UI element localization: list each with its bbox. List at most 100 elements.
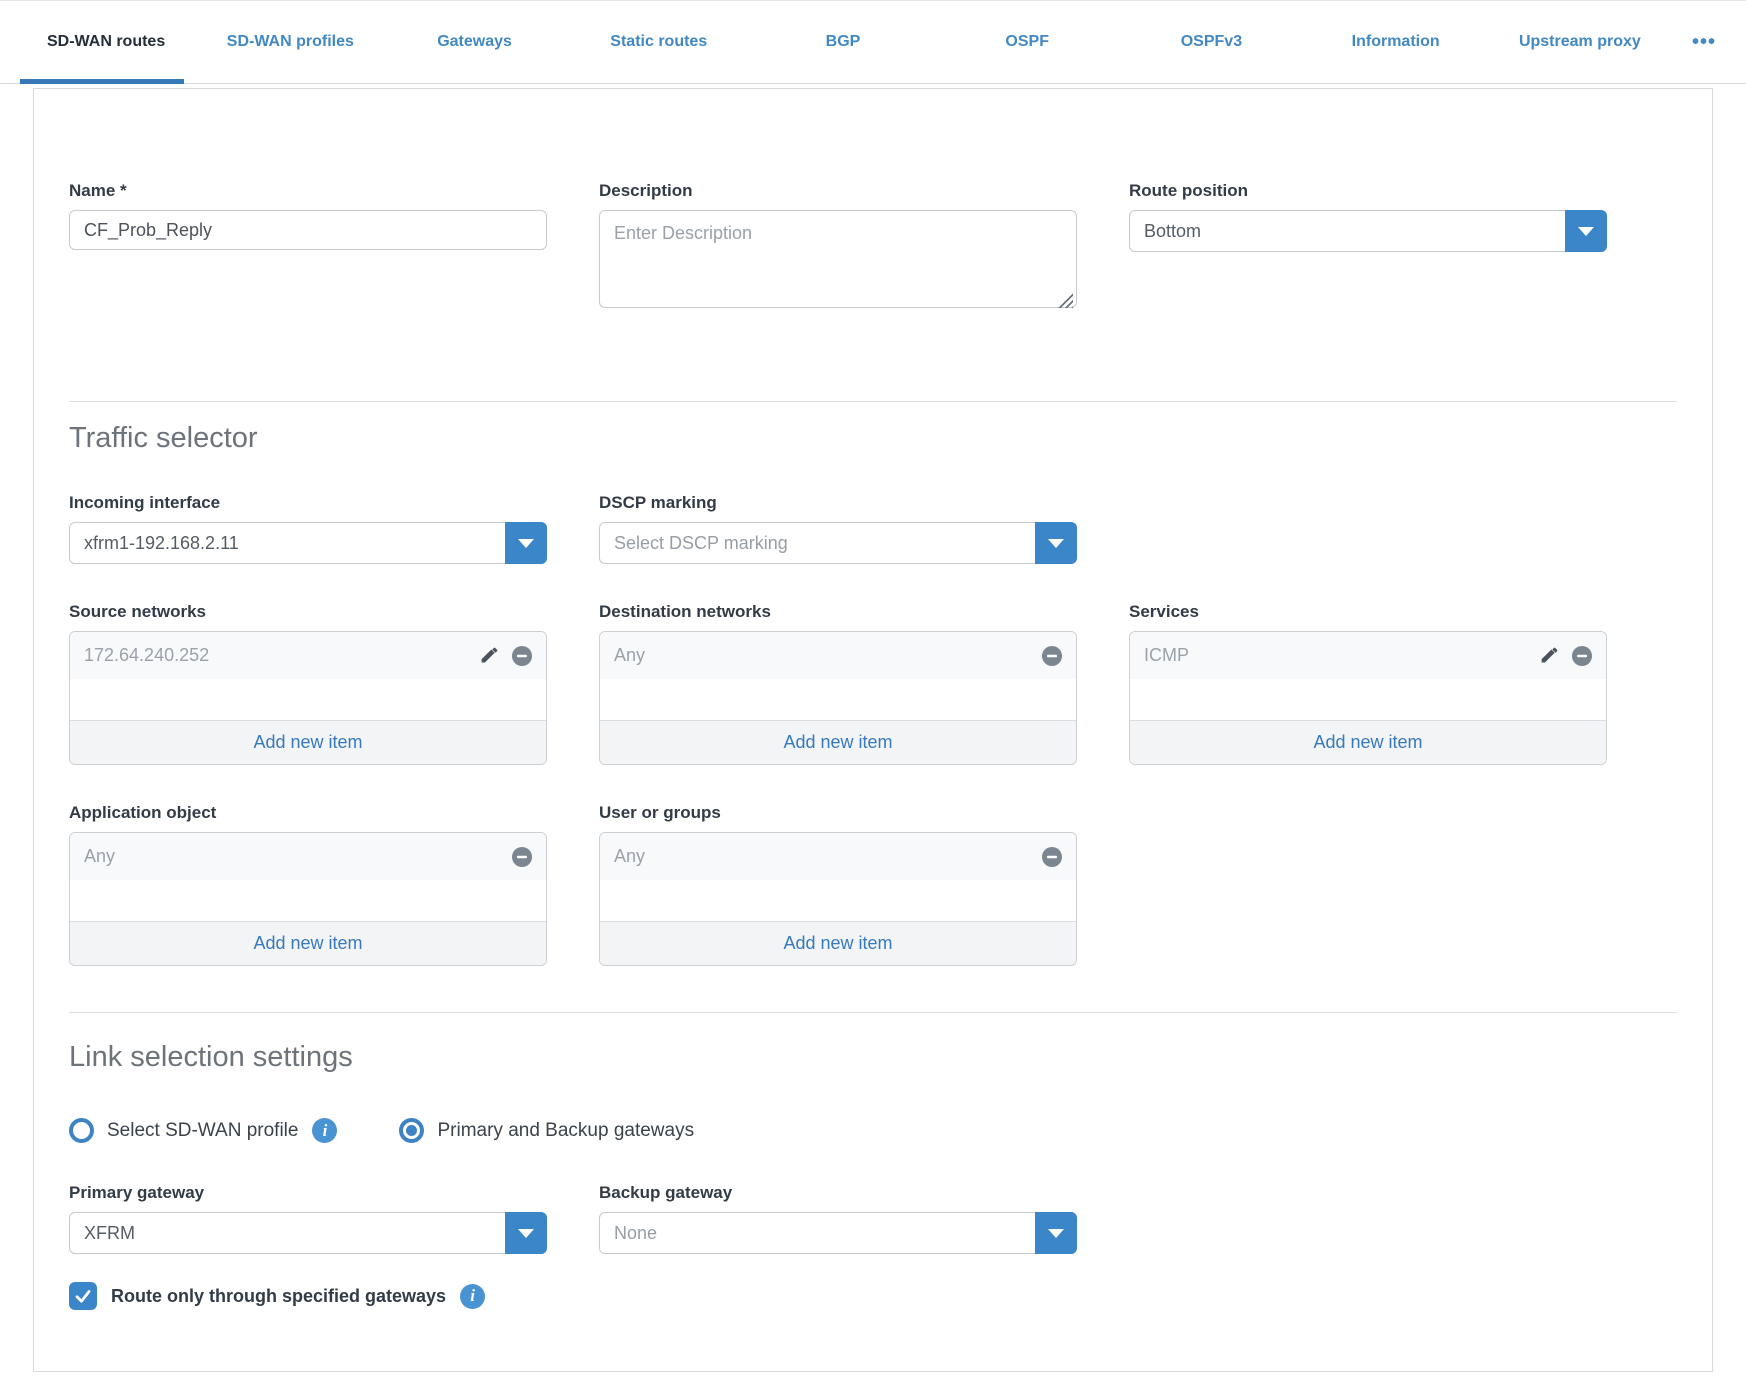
radio-label: Primary and Backup gateways bbox=[437, 1120, 694, 1142]
name-field-group: Name * bbox=[69, 181, 547, 313]
tab-label: BGP bbox=[826, 33, 861, 51]
tab-sd-wan-routes[interactable]: SD-WAN routes bbox=[14, 1, 198, 83]
list-item-value: Any bbox=[614, 846, 645, 867]
list-item: 172.64.240.252 bbox=[70, 632, 546, 679]
radio-icon[interactable] bbox=[399, 1118, 424, 1143]
list-item: Any bbox=[600, 833, 1076, 880]
tab-bgp[interactable]: BGP bbox=[751, 1, 935, 83]
chevron-down-icon bbox=[1048, 539, 1064, 548]
radio-icon[interactable] bbox=[69, 1118, 94, 1143]
edit-icon[interactable] bbox=[1539, 645, 1560, 666]
info-icon[interactable]: i bbox=[460, 1284, 485, 1309]
dscp-marking-field-group: DSCP marking Select DSCP marking bbox=[599, 493, 1077, 564]
destination-networks-listbox: Any Add new item bbox=[599, 631, 1077, 765]
add-new-item-button[interactable]: Add new item bbox=[70, 921, 546, 965]
primary-gateway-label: Primary gateway bbox=[69, 1183, 547, 1203]
name-label: Name * bbox=[69, 181, 547, 201]
primary-gateway-field-group: Primary gateway XFRM bbox=[69, 1183, 547, 1254]
route-position-value: Bottom bbox=[1144, 221, 1201, 242]
tab-label: Information bbox=[1352, 33, 1440, 51]
tab-label: Gateways bbox=[437, 33, 512, 51]
services-field-group: Services ICMP Add new item bbox=[1129, 602, 1607, 765]
list-empty-space bbox=[600, 679, 1076, 720]
chevron-down-icon bbox=[1048, 1229, 1064, 1238]
tab-label: Upstream proxy bbox=[1519, 33, 1641, 51]
primary-gateway-dropdown[interactable]: XFRM bbox=[69, 1212, 547, 1254]
name-input[interactable] bbox=[69, 210, 547, 250]
route-position-dropdown[interactable]: Bottom bbox=[1129, 210, 1607, 252]
tab-ospfv3[interactable]: OSPFv3 bbox=[1119, 1, 1303, 83]
application-object-label: Application object bbox=[69, 803, 547, 823]
dscp-marking-label: DSCP marking bbox=[599, 493, 1077, 513]
incoming-interface-dropdown[interactable]: xfrm1-192.168.2.11 bbox=[69, 522, 547, 564]
list-item: ICMP bbox=[1130, 632, 1606, 679]
tab-static-routes[interactable]: Static routes bbox=[567, 1, 751, 83]
route-only-checkbox[interactable] bbox=[69, 1282, 97, 1310]
remove-icon[interactable] bbox=[1040, 845, 1064, 869]
dscp-marking-placeholder: Select DSCP marking bbox=[614, 533, 788, 554]
list-item-value: Any bbox=[614, 645, 645, 666]
list-item: Any bbox=[70, 833, 546, 880]
chevron-down-icon bbox=[518, 539, 534, 548]
radio-select-sdwan-profile[interactable]: Select SD-WAN profile bbox=[69, 1118, 298, 1143]
user-or-groups-field-group: User or groups Any Add new item bbox=[599, 803, 1077, 966]
dropdown-caret-button[interactable] bbox=[505, 522, 547, 564]
backup-gateway-label: Backup gateway bbox=[599, 1183, 1077, 1203]
more-dots-icon: ••• bbox=[1692, 31, 1716, 54]
tab-label: SD-WAN profiles bbox=[227, 33, 354, 51]
radio-label: Select SD-WAN profile bbox=[107, 1120, 298, 1142]
backup-gateway-field-group: Backup gateway None bbox=[599, 1183, 1077, 1254]
tab-information[interactable]: Information bbox=[1304, 1, 1488, 83]
add-new-item-button[interactable]: Add new item bbox=[70, 720, 546, 764]
list-empty-space bbox=[1130, 679, 1606, 720]
add-new-item-button[interactable]: Add new item bbox=[600, 720, 1076, 764]
source-networks-listbox: 172.64.240.252 Add new item bbox=[69, 631, 547, 765]
remove-icon[interactable] bbox=[1040, 644, 1064, 668]
add-new-item-button[interactable]: Add new item bbox=[600, 921, 1076, 965]
services-listbox: ICMP Add new item bbox=[1129, 631, 1607, 765]
application-object-field-group: Application object Any Add new item bbox=[69, 803, 547, 966]
list-item-value: Any bbox=[84, 846, 115, 867]
chevron-down-icon bbox=[518, 1229, 534, 1238]
remove-icon[interactable] bbox=[510, 644, 534, 668]
list-item-value: 172.64.240.252 bbox=[84, 645, 209, 666]
tab-more-menu[interactable]: ••• bbox=[1672, 1, 1736, 83]
link-selection-heading: Link selection settings bbox=[69, 1041, 1677, 1074]
tab-sd-wan-profiles[interactable]: SD-WAN profiles bbox=[198, 1, 382, 83]
source-networks-label: Source networks bbox=[69, 602, 547, 622]
list-item-value: ICMP bbox=[1144, 645, 1189, 666]
tab-upstream-proxy[interactable]: Upstream proxy bbox=[1488, 1, 1672, 83]
traffic-selector-heading: Traffic selector bbox=[69, 422, 1677, 455]
tab-label: Static routes bbox=[610, 33, 707, 51]
route-position-label: Route position bbox=[1129, 181, 1607, 201]
description-textarea[interactable] bbox=[599, 210, 1077, 308]
tab-label: OSPFv3 bbox=[1181, 33, 1242, 51]
route-position-field-group: Route position Bottom bbox=[1129, 181, 1607, 313]
remove-icon[interactable] bbox=[1570, 644, 1594, 668]
edit-icon[interactable] bbox=[479, 645, 500, 666]
sd-wan-route-form-card: Name * Description Route position Bottom… bbox=[33, 88, 1713, 1372]
add-new-item-button[interactable]: Add new item bbox=[1130, 720, 1606, 764]
backup-gateway-value: None bbox=[614, 1223, 657, 1244]
dropdown-caret-button[interactable] bbox=[505, 1212, 547, 1254]
services-label: Services bbox=[1129, 602, 1607, 622]
dropdown-caret-button[interactable] bbox=[1565, 210, 1607, 252]
backup-gateway-dropdown[interactable]: None bbox=[599, 1212, 1077, 1254]
primary-gateway-value: XFRM bbox=[84, 1223, 135, 1244]
tab-ospf[interactable]: OSPF bbox=[935, 1, 1119, 83]
tab-gateways[interactable]: Gateways bbox=[382, 1, 566, 83]
dscp-marking-dropdown[interactable]: Select DSCP marking bbox=[599, 522, 1077, 564]
dropdown-caret-button[interactable] bbox=[1035, 522, 1077, 564]
incoming-interface-value: xfrm1-192.168.2.11 bbox=[84, 533, 239, 554]
radio-primary-backup-gateways[interactable]: Primary and Backup gateways bbox=[399, 1118, 694, 1143]
tab-bar: SD-WAN routes SD-WAN profiles Gateways S… bbox=[0, 0, 1746, 84]
chevron-down-icon bbox=[1578, 227, 1594, 236]
tab-label: SD-WAN routes bbox=[47, 33, 165, 51]
dropdown-caret-button[interactable] bbox=[1035, 1212, 1077, 1254]
info-icon[interactable]: i bbox=[312, 1118, 337, 1143]
destination-networks-label: Destination networks bbox=[599, 602, 1077, 622]
incoming-interface-field-group: Incoming interface xfrm1-192.168.2.11 bbox=[69, 493, 547, 564]
remove-icon[interactable] bbox=[510, 845, 534, 869]
destination-networks-field-group: Destination networks Any Add new item bbox=[599, 602, 1077, 765]
list-item: Any bbox=[600, 632, 1076, 679]
